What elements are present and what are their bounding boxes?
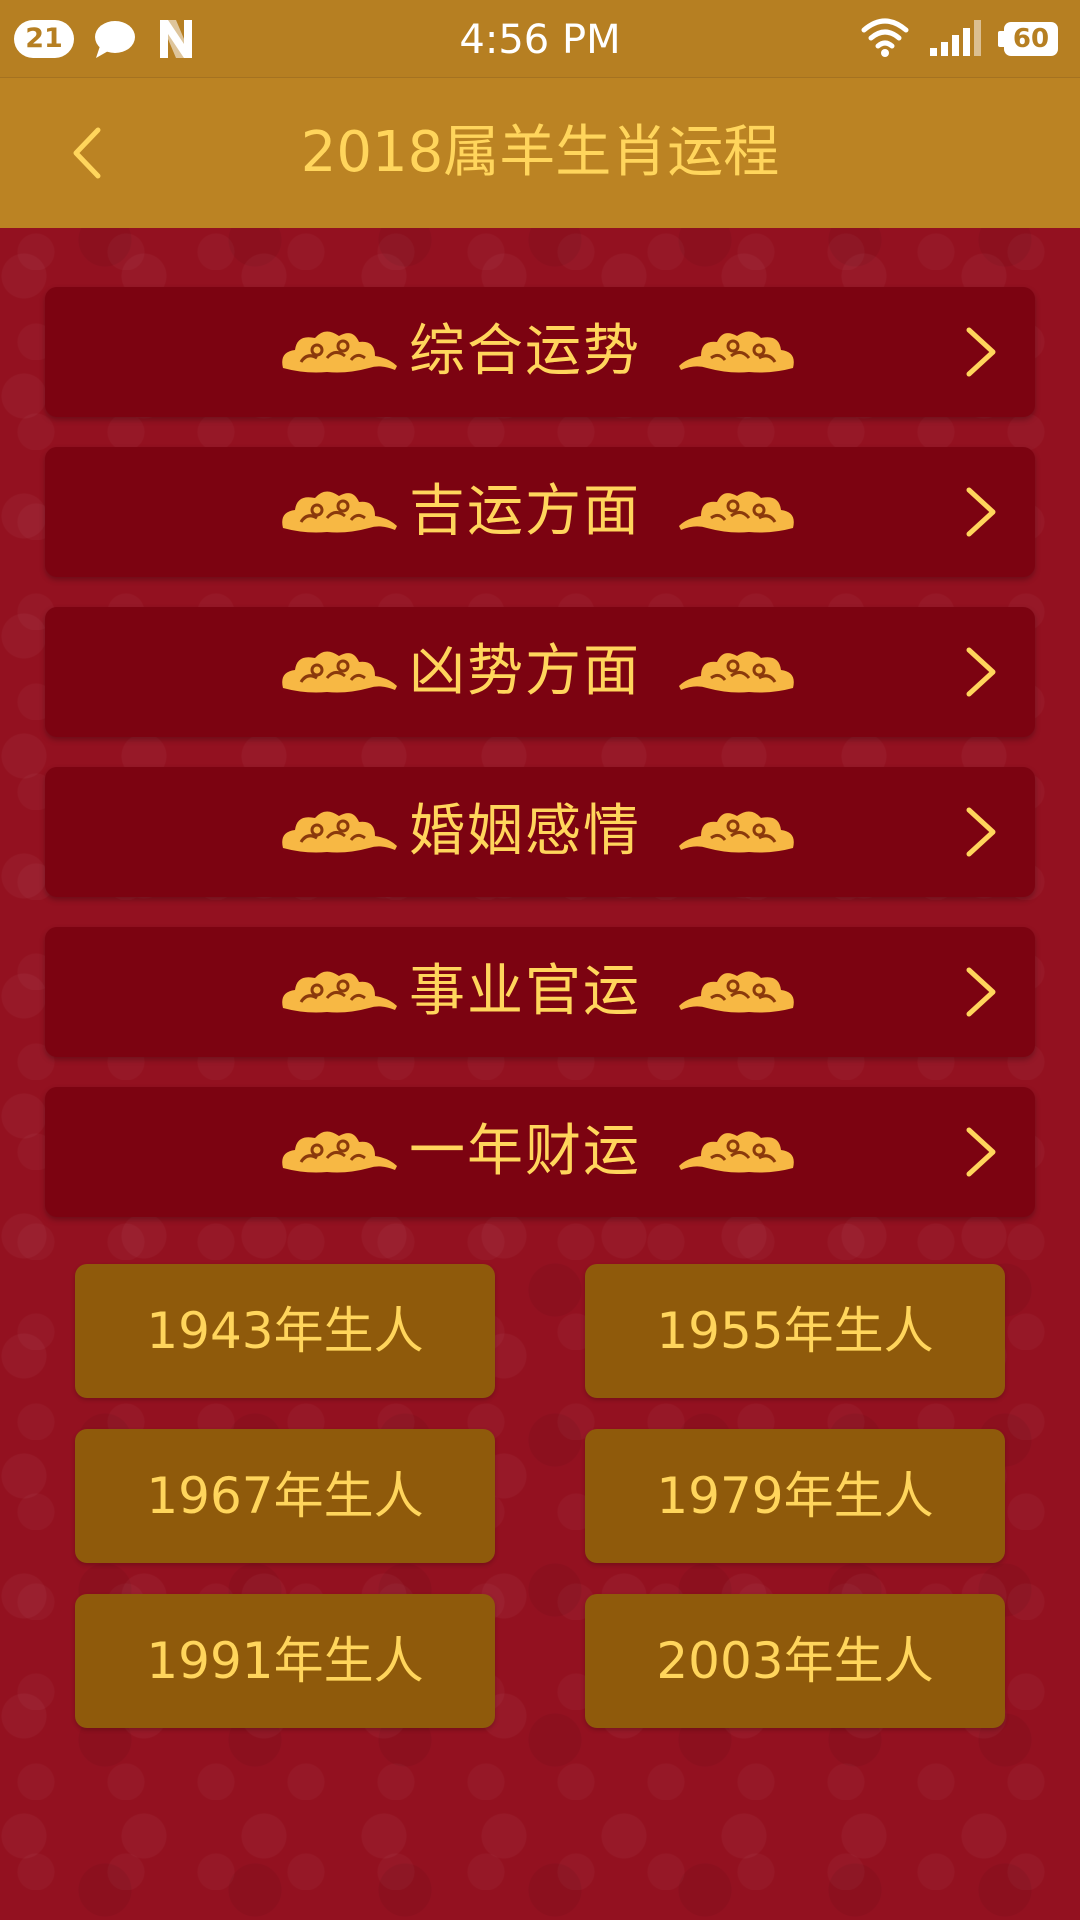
cloud-ornament-icon — [282, 491, 397, 533]
status-bar: 21 4:56 PM 60 — [0, 0, 1080, 77]
cloud-ornament-icon — [282, 651, 397, 693]
battery-icon: 60 — [1004, 22, 1058, 56]
cloud-ornament-icon — [282, 331, 397, 373]
chevron-right-icon — [966, 487, 996, 537]
app-screen: 21 4:56 PM 60 2018属羊生肖运程 综合运势 吉运方面 凶势方面 … — [0, 0, 1080, 1920]
menu-item-label: 综合运势 — [409, 319, 641, 384]
cloud-ornament-icon — [679, 1131, 794, 1173]
menu-item-bad-fortune[interactable]: 凶势方面 — [45, 607, 1035, 737]
menu-item-career[interactable]: 事业官运 — [45, 927, 1035, 1057]
signal-icon — [930, 20, 981, 56]
cloud-ornament-icon — [282, 971, 397, 1013]
chevron-right-icon — [966, 327, 996, 377]
wifi-icon — [861, 18, 909, 57]
cloud-ornament-icon — [282, 1131, 397, 1173]
chevron-right-icon — [966, 807, 996, 857]
cloud-ornament-icon — [679, 811, 794, 853]
year-button-2003[interactable]: 2003年生人 — [585, 1594, 1005, 1728]
fortune-menu-list: 综合运势 吉运方面 凶势方面 婚姻感情 事业官运 一年财运 — [45, 287, 1035, 1247]
menu-item-label: 吉运方面 — [409, 479, 641, 544]
cloud-ornament-icon — [282, 811, 397, 853]
app-header: 2018属羊生肖运程 — [0, 77, 1080, 228]
chevron-right-icon — [966, 1127, 996, 1177]
chevron-right-icon — [966, 967, 996, 1017]
menu-item-label: 婚姻感情 — [409, 799, 641, 864]
page-title: 2018属羊生肖运程 — [300, 120, 780, 185]
menu-item-label: 一年财运 — [409, 1119, 641, 1184]
year-button-1991[interactable]: 1991年生人 — [75, 1594, 495, 1728]
chevron-right-icon — [966, 647, 996, 697]
menu-item-overall-fortune[interactable]: 综合运势 — [45, 287, 1035, 417]
year-button-1979[interactable]: 1979年生人 — [585, 1429, 1005, 1563]
year-button-1943[interactable]: 1943年生人 — [75, 1264, 495, 1398]
menu-item-label: 事业官运 — [409, 959, 641, 1024]
year-button-1967[interactable]: 1967年生人 — [75, 1429, 495, 1563]
menu-item-marriage-love[interactable]: 婚姻感情 — [45, 767, 1035, 897]
status-time: 4:56 PM — [459, 17, 621, 63]
cloud-ornament-icon — [679, 651, 794, 693]
menu-item-yearly-wealth[interactable]: 一年财运 — [45, 1087, 1035, 1217]
cloud-ornament-icon — [679, 491, 794, 533]
year-button-1955[interactable]: 1955年生人 — [585, 1264, 1005, 1398]
cloud-ornament-icon — [679, 331, 794, 373]
cloud-ornament-icon — [679, 971, 794, 1013]
menu-item-good-fortune[interactable]: 吉运方面 — [45, 447, 1035, 577]
menu-item-label: 凶势方面 — [409, 639, 641, 704]
